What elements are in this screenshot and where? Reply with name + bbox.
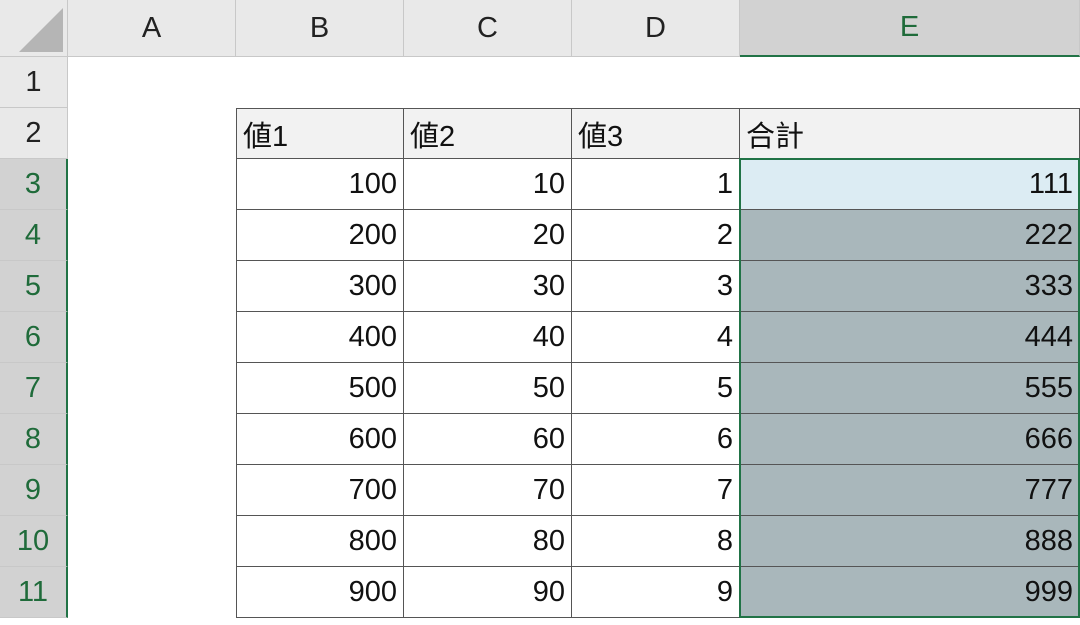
cell-e3[interactable]: 111 [740, 159, 1080, 210]
column-header-e[interactable]: E [740, 0, 1080, 57]
cell-d11[interactable]: 9 [572, 567, 740, 618]
cell-d10[interactable]: 8 [572, 516, 740, 567]
cell-c2[interactable]: 値2 [404, 108, 572, 159]
column-header-b[interactable]: B [236, 0, 404, 57]
row-header-3[interactable]: 3 [0, 159, 68, 210]
cell-b5[interactable]: 300 [236, 261, 404, 312]
cell-e8[interactable]: 666 [740, 414, 1080, 465]
row-header-8[interactable]: 8 [0, 414, 68, 465]
cell-c10[interactable]: 80 [404, 516, 572, 567]
cell-e4[interactable]: 222 [740, 210, 1080, 261]
cell-b4[interactable]: 200 [236, 210, 404, 261]
cell-b3[interactable]: 100 [236, 159, 404, 210]
cell-d5[interactable]: 3 [572, 261, 740, 312]
row-header-1[interactable]: 1 [0, 57, 68, 108]
row-header-7[interactable]: 7 [0, 363, 68, 414]
cell-b7[interactable]: 500 [236, 363, 404, 414]
cell-c11[interactable]: 90 [404, 567, 572, 618]
cell-c8[interactable]: 60 [404, 414, 572, 465]
column-header-a[interactable]: A [68, 0, 236, 57]
cell-e11[interactable]: 999 [740, 567, 1080, 618]
cell-e9[interactable]: 777 [740, 465, 1080, 516]
cell-b11[interactable]: 900 [236, 567, 404, 618]
cell-b2[interactable]: 値1 [236, 108, 404, 159]
cell-d9[interactable]: 7 [572, 465, 740, 516]
cell-c3[interactable]: 10 [404, 159, 572, 210]
cell-c5[interactable]: 30 [404, 261, 572, 312]
column-header-c[interactable]: C [404, 0, 572, 57]
cell-d4[interactable]: 2 [572, 210, 740, 261]
select-all-triangle-icon [19, 8, 63, 52]
cell-d8[interactable]: 6 [572, 414, 740, 465]
cell-d6[interactable]: 4 [572, 312, 740, 363]
cell-e10[interactable]: 888 [740, 516, 1080, 567]
select-all-button[interactable] [0, 0, 68, 57]
cell-b9[interactable]: 700 [236, 465, 404, 516]
column-header-d[interactable]: D [572, 0, 740, 57]
cell-e5[interactable]: 333 [740, 261, 1080, 312]
cell-d2[interactable]: 値3 [572, 108, 740, 159]
row-header-2[interactable]: 2 [0, 108, 68, 159]
cell-e2[interactable]: 合計 [740, 108, 1080, 159]
cell-d3[interactable]: 1 [572, 159, 740, 210]
row-header-10[interactable]: 10 [0, 516, 68, 567]
row-header-4[interactable]: 4 [0, 210, 68, 261]
cell-b6[interactable]: 400 [236, 312, 404, 363]
cell-d7[interactable]: 5 [572, 363, 740, 414]
spreadsheet-grid: ABCDE 1 2 3 4 5 6 7 8 9 10 11 値1 値2 値3 合計 100 10 1 111 200… [0, 0, 1080, 625]
cell-e6[interactable]: 444 [740, 312, 1080, 363]
cell-b10[interactable]: 800 [236, 516, 404, 567]
cell-e7[interactable]: 555 [740, 363, 1080, 414]
cell-c7[interactable]: 50 [404, 363, 572, 414]
cell-c6[interactable]: 40 [404, 312, 572, 363]
cell-c9[interactable]: 70 [404, 465, 572, 516]
row-header-11[interactable]: 11 [0, 567, 68, 618]
cell-b8[interactable]: 600 [236, 414, 404, 465]
row-header-5[interactable]: 5 [0, 261, 68, 312]
row-header-6[interactable]: 6 [0, 312, 68, 363]
row-header-9[interactable]: 9 [0, 465, 68, 516]
cell-c4[interactable]: 20 [404, 210, 572, 261]
